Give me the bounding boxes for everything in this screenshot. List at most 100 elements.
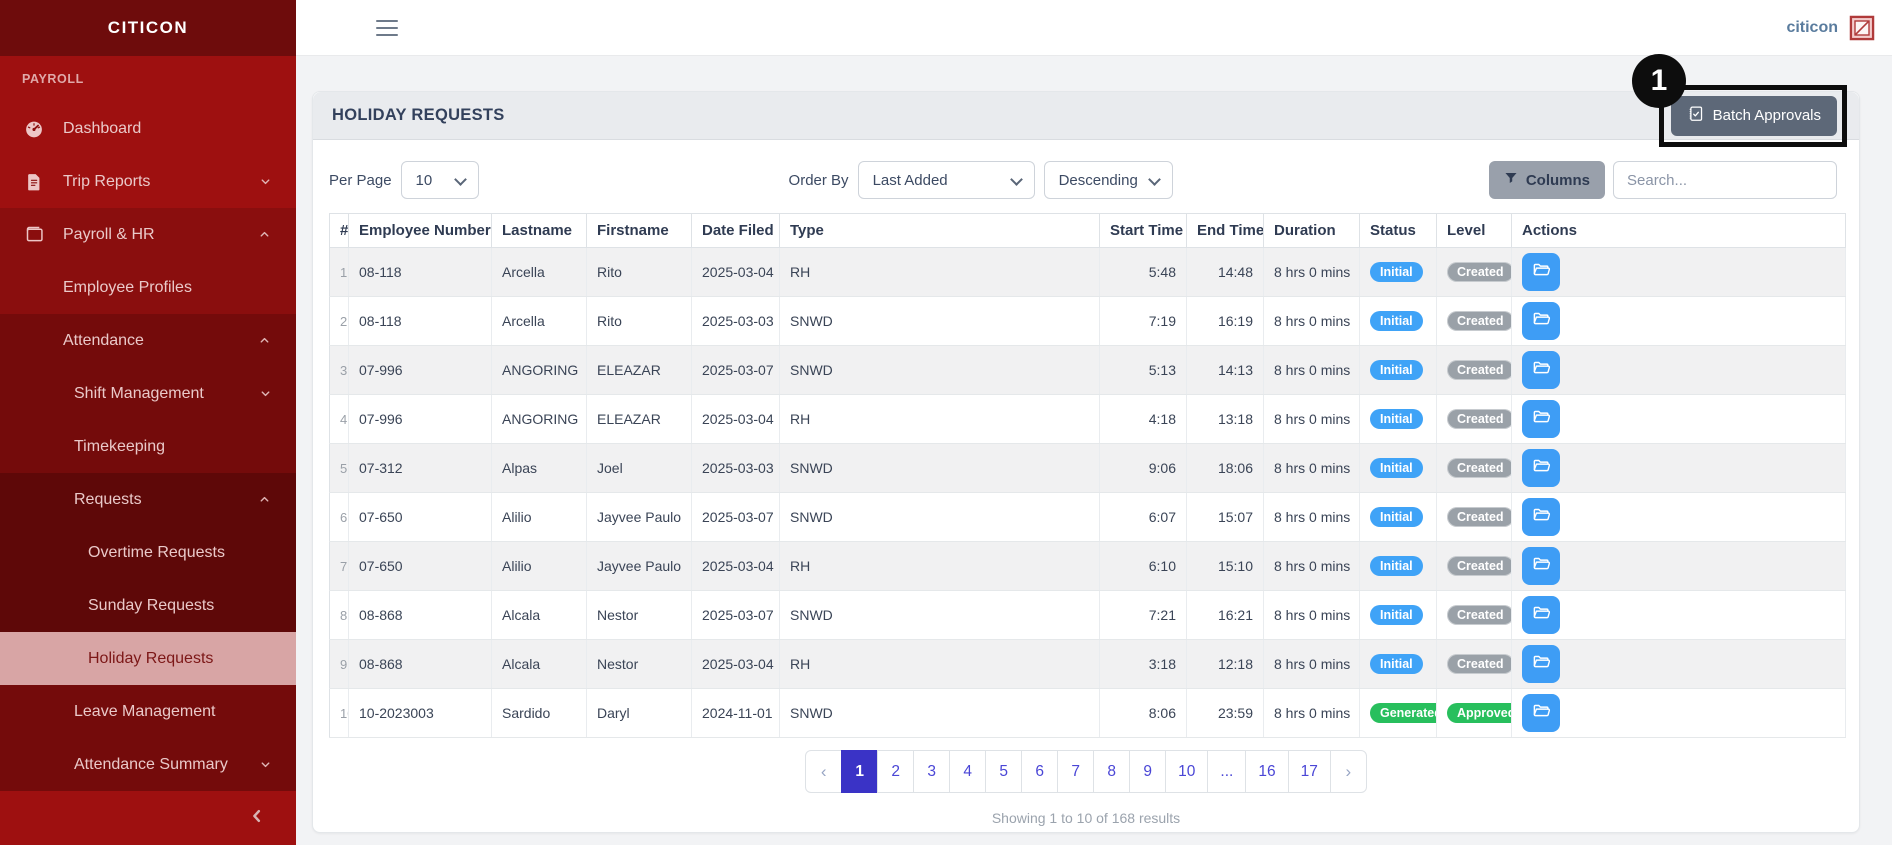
search-input[interactable] xyxy=(1613,161,1837,199)
column-header-actions: Actions xyxy=(1512,214,1846,248)
cell-row-number: 10 xyxy=(330,689,349,738)
card-header: HOLIDAY REQUESTS Batch Approvals xyxy=(313,92,1859,140)
column-header-level: Level xyxy=(1437,214,1512,248)
sidebar-item-dashboard[interactable]: Dashboard xyxy=(0,102,296,155)
sidebar-item-label: Dashboard xyxy=(63,120,141,138)
sidebar-collapse-button[interactable] xyxy=(0,791,296,845)
folder-open-icon xyxy=(1532,457,1551,479)
sidebar-item-requests[interactable]: Requests xyxy=(0,473,296,526)
sidebar-item-attendance[interactable]: Attendance xyxy=(0,314,296,367)
cell-firstname: Nestor xyxy=(587,591,692,640)
cell-row-number: 9 xyxy=(330,640,349,689)
page-title: HOLIDAY REQUESTS xyxy=(332,106,505,125)
hamburger-menu-button[interactable] xyxy=(376,20,398,36)
cell-status-badge: Generated xyxy=(1370,703,1437,724)
sidebar-item-payroll-hr[interactable]: Payroll & HR xyxy=(0,208,296,261)
pagination-page-17[interactable]: 17 xyxy=(1288,750,1331,793)
column-header-type: Type xyxy=(780,214,1100,248)
open-request-button[interactable] xyxy=(1522,302,1560,340)
sidebar-item-shift-management[interactable]: Shift Management xyxy=(0,367,296,420)
cell-level: Created xyxy=(1437,640,1512,689)
pagination-page-16[interactable]: 16 xyxy=(1245,750,1288,793)
cell-lastname: Arcella xyxy=(492,297,587,346)
column-header-lastname: Lastname xyxy=(492,214,587,248)
cell-start-time: 3:18 xyxy=(1100,640,1187,689)
open-request-button[interactable] xyxy=(1522,400,1560,438)
sidebar-item-sunday-requests[interactable]: Sunday Requests xyxy=(0,579,296,632)
open-request-button[interactable] xyxy=(1522,351,1560,389)
cell-status: Generated xyxy=(1360,689,1437,738)
open-request-button[interactable] xyxy=(1522,694,1560,732)
pagination-page-5[interactable]: 5 xyxy=(985,750,1022,793)
per-page-select[interactable]: 10 xyxy=(401,161,479,199)
cell-row-number: 7 xyxy=(330,542,349,591)
folder-open-icon xyxy=(1532,310,1551,332)
open-request-button[interactable] xyxy=(1522,596,1560,634)
cell-start-time: 9:06 xyxy=(1100,444,1187,493)
sidebar-item-employee-profiles[interactable]: Employee Profiles xyxy=(0,261,296,314)
cell-level-badge: Created xyxy=(1447,605,1512,626)
cell-lastname: Alilio xyxy=(492,493,587,542)
open-request-button[interactable] xyxy=(1522,498,1560,536)
pagination-page-10[interactable]: 10 xyxy=(1165,750,1208,793)
open-request-button[interactable] xyxy=(1522,253,1560,291)
pagination-page-3[interactable]: 3 xyxy=(913,750,950,793)
chevron-down-icon xyxy=(258,387,272,401)
pagination-page-4[interactable]: 4 xyxy=(949,750,986,793)
pagination-next[interactable]: › xyxy=(1330,750,1367,793)
cell-level: Created xyxy=(1437,395,1512,444)
open-request-button[interactable] xyxy=(1522,547,1560,585)
columns-button[interactable]: Columns xyxy=(1489,161,1605,199)
sidebar-item-leave-management[interactable]: Leave Management xyxy=(0,685,296,738)
cell-lastname: ANGORING xyxy=(492,395,587,444)
cell-start-time: 8:06 xyxy=(1100,689,1187,738)
cell-status-badge: Initial xyxy=(1370,311,1423,332)
pagination-page-6[interactable]: 6 xyxy=(1021,750,1058,793)
sidebar-item-label: Shift Management xyxy=(74,385,204,403)
sidebar-item-trip-reports[interactable]: Trip Reports xyxy=(0,155,296,208)
sidebar-item-timekeeping[interactable]: Timekeeping xyxy=(0,420,296,473)
cell-duration: 8 hrs 0 mins xyxy=(1264,591,1360,640)
sidebar-item-overtime-requests[interactable]: Overtime Requests xyxy=(0,526,296,579)
cell-actions xyxy=(1512,346,1846,395)
pagination-page-1[interactable]: 1 xyxy=(841,750,878,793)
sidebar-item-holiday-requests[interactable]: Holiday Requests xyxy=(0,632,296,685)
cell-start-time: 7:21 xyxy=(1100,591,1187,640)
pagination-page-9[interactable]: 9 xyxy=(1129,750,1166,793)
funnel-icon xyxy=(1504,171,1518,189)
cell-status: Initial xyxy=(1360,297,1437,346)
cell-end-time: 15:07 xyxy=(1187,493,1264,542)
cell-firstname: Joel xyxy=(587,444,692,493)
cell-end-time: 16:21 xyxy=(1187,591,1264,640)
cell-status: Initial xyxy=(1360,542,1437,591)
table-row: 607-650AlilioJayvee Paulo2025-03-07SNWD6… xyxy=(330,493,1846,542)
pagination-page-2[interactable]: 2 xyxy=(877,750,914,793)
chevron-up-icon xyxy=(258,228,272,242)
cell-end-time: 14:48 xyxy=(1187,248,1264,297)
cell-actions xyxy=(1512,689,1846,738)
order-by-select[interactable]: Last Added xyxy=(858,161,1035,199)
pagination-page-8[interactable]: 8 xyxy=(1093,750,1130,793)
columns-label: Columns xyxy=(1526,172,1590,189)
table-row: 908-868AlcalaNestor2025-03-04RH3:1812:18… xyxy=(330,640,1846,689)
cell-level-badge: Created xyxy=(1447,360,1512,381)
cell-duration: 8 hrs 0 mins xyxy=(1264,395,1360,444)
cell-status: Initial xyxy=(1360,640,1437,689)
cell-level: Created xyxy=(1437,591,1512,640)
batch-approvals-button[interactable]: Batch Approvals xyxy=(1671,96,1837,136)
open-request-button[interactable] xyxy=(1522,449,1560,487)
sort-direction-select[interactable]: Descending xyxy=(1044,161,1173,199)
sidebar-item-attendance-summary[interactable]: Attendance Summary xyxy=(0,738,296,791)
cell-status: Initial xyxy=(1360,444,1437,493)
cell-start-time: 4:18 xyxy=(1100,395,1187,444)
pagination-page-7[interactable]: 7 xyxy=(1057,750,1094,793)
pagination-prev[interactable]: ‹ xyxy=(805,750,842,793)
cell-status-badge: Initial xyxy=(1370,605,1423,626)
cell-type: SNWD xyxy=(780,493,1100,542)
table-controls: Per Page 10 Order By Last Added Descendi… xyxy=(313,140,1859,213)
open-request-button[interactable] xyxy=(1522,645,1560,683)
cell-row-number: 2 xyxy=(330,297,349,346)
batch-approvals-label: Batch Approvals xyxy=(1713,107,1821,124)
cell-level-badge: Created xyxy=(1447,409,1512,430)
sidebar-item-label: Trip Reports xyxy=(63,173,150,191)
